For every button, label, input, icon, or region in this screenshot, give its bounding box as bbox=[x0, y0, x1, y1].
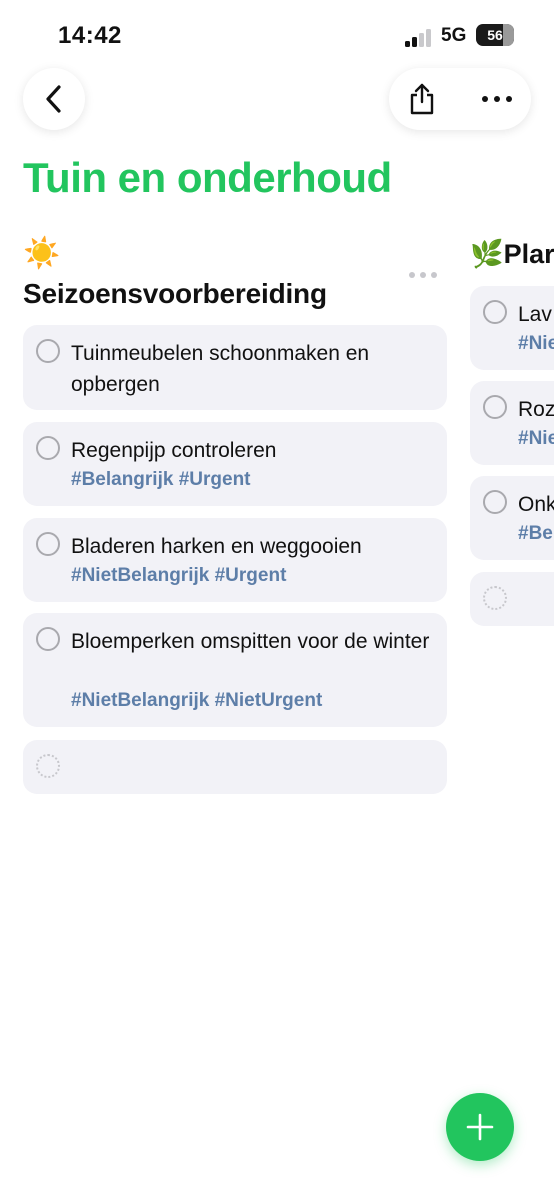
share-icon bbox=[410, 83, 434, 115]
task-text: Bladeren harken en weggooien bbox=[71, 535, 362, 558]
action-buttons-group bbox=[389, 68, 531, 130]
task-card[interactable]: Onk #Be bbox=[470, 476, 554, 560]
cellular-signal-icon bbox=[405, 27, 435, 47]
column-emoji: ☀️ bbox=[23, 237, 61, 270]
status-bar: 14:42 5G 56 bbox=[0, 0, 554, 60]
battery-level: 56 bbox=[487, 27, 503, 43]
task-text: Bloemperken omspitten voor de winter bbox=[71, 630, 430, 653]
network-type: 5G bbox=[441, 25, 467, 46]
task-card[interactable]: Roz #Nie bbox=[470, 381, 554, 465]
task-text: Roz bbox=[518, 398, 554, 421]
task-checkbox[interactable] bbox=[483, 490, 507, 514]
back-button[interactable] bbox=[23, 68, 85, 130]
ellipsis-icon bbox=[482, 96, 512, 102]
column-seizoensvoorbereiding: ☀️ Seizoensvoorbereiding Tuinmeubelen sc… bbox=[23, 236, 447, 794]
chevron-left-icon bbox=[46, 85, 61, 113]
status-time: 14:42 bbox=[58, 22, 122, 49]
column-header: 🌿Plar bbox=[470, 236, 554, 272]
task-checkbox[interactable] bbox=[36, 436, 60, 460]
battery-icon: 56 bbox=[476, 24, 514, 46]
task-text: Tuinmeubelen schoonmaken en opbergen bbox=[71, 342, 370, 396]
task-tags: #Belangrijk #Urgent bbox=[71, 469, 251, 490]
task-tags: #Nie bbox=[518, 333, 554, 354]
task-text: Onk bbox=[518, 493, 554, 516]
task-checkbox[interactable] bbox=[36, 532, 60, 556]
share-button[interactable] bbox=[403, 80, 441, 118]
more-options-button[interactable] bbox=[477, 80, 517, 118]
task-tags: #NietBelangrijk #Urgent bbox=[71, 565, 287, 586]
task-card[interactable]: Tuinmeubelen schoonmaken en opbergen bbox=[23, 325, 447, 410]
task-checkbox[interactable] bbox=[483, 395, 507, 419]
new-task-placeholder-icon bbox=[483, 586, 507, 610]
page-title: Tuin en onderhoud bbox=[23, 154, 392, 201]
new-task-placeholder-icon bbox=[36, 754, 60, 778]
column-emoji: 🌿 bbox=[470, 239, 504, 269]
task-text: Lav bbox=[518, 303, 552, 326]
task-checkbox[interactable] bbox=[483, 300, 507, 324]
task-card[interactable]: Lav #Nie bbox=[470, 286, 554, 370]
task-checkbox[interactable] bbox=[36, 339, 60, 363]
column-title: Seizoensvoorbereiding bbox=[23, 278, 327, 309]
new-task-card[interactable] bbox=[470, 572, 554, 626]
task-tags: #Be bbox=[518, 523, 553, 544]
add-task-button[interactable] bbox=[446, 1093, 514, 1161]
new-task-card[interactable] bbox=[23, 740, 447, 794]
task-card[interactable]: Bladeren harken en weggooien #NietBelang… bbox=[23, 518, 447, 602]
column-menu-button[interactable] bbox=[409, 270, 437, 280]
task-tags: #Nie bbox=[518, 428, 554, 449]
task-checkbox[interactable] bbox=[36, 627, 60, 651]
task-card[interactable]: Regenpijp controleren #Belangrijk #Urgen… bbox=[23, 422, 447, 506]
plus-icon bbox=[466, 1113, 494, 1141]
column-title: Plar bbox=[503, 239, 554, 269]
task-text: Regenpijp controleren bbox=[71, 439, 277, 462]
screen: 14:42 5G 56 Tuin en onderhoud ☀️ Seizoen… bbox=[0, 0, 554, 1200]
task-card[interactable]: Bloemperken omspitten voor de winter #Ni… bbox=[23, 613, 447, 727]
task-tags: #NietBelangrijk #NietUrgent bbox=[71, 690, 323, 711]
